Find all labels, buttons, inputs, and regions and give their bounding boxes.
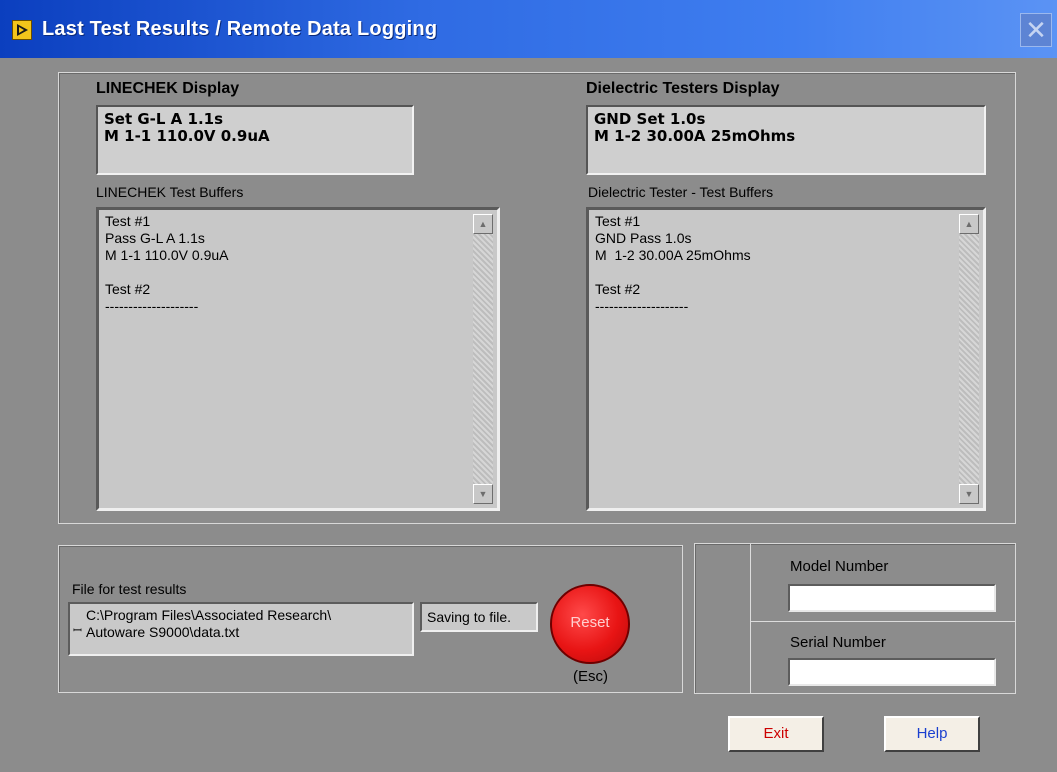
dielectric-display-label: Dielectric Testers Display — [586, 80, 780, 97]
dielectric-buffer-textarea[interactable]: Test #1 GND Pass 1.0s M 1-2 30.00A 25mOh… — [586, 207, 986, 511]
device-info-divider-vertical — [750, 544, 751, 693]
linechek-buffer-textarea[interactable]: Test #1 Pass G-L A 1.1s M 1-1 110.0V 0.9… — [96, 207, 500, 511]
reset-shortcut-label: (Esc) — [573, 668, 608, 685]
serial-number-label: Serial Number — [790, 634, 886, 651]
linechek-scrollbar[interactable]: ▲ ▼ — [473, 214, 493, 504]
path-icon: ꟷ — [73, 624, 82, 637]
file-status-text: Saving to file. — [427, 609, 512, 625]
linechek-display-line-1: Set G-L A 1.1s — [104, 110, 224, 128]
file-path-line-2: Autoware S9000\data.txt — [86, 624, 240, 640]
scroll-up-icon[interactable]: ▲ — [473, 214, 493, 234]
exit-button[interactable]: Exit — [728, 716, 824, 752]
title-bar: Last Test Results / Remote Data Logging … — [0, 0, 1057, 58]
model-number-input[interactable] — [788, 584, 996, 612]
model-number-label: Model Number — [790, 558, 889, 575]
device-info-divider-horizontal — [751, 621, 1015, 622]
dielectric-buffer-text: Test #1 GND Pass 1.0s M 1-2 30.00A 25mOh… — [595, 213, 751, 314]
scroll-down-icon[interactable]: ▼ — [473, 484, 493, 504]
file-label: File for test results — [72, 581, 187, 597]
linechek-buffers-label: LINECHEK Test Buffers — [96, 184, 244, 200]
scroll-down-icon[interactable]: ▼ — [959, 484, 979, 504]
linechek-display: Set G-L A 1.1s M 1-1 110.0V 0.9uA — [96, 105, 414, 175]
close-icon[interactable]: ✕ — [1020, 13, 1052, 47]
dielectric-scrollbar[interactable]: ▲ ▼ — [959, 214, 979, 504]
reset-button[interactable]: Reset — [550, 584, 630, 664]
file-path-line-1: C:\Program Files\Associated Research\ — [86, 607, 332, 623]
labview-run-icon — [12, 20, 32, 40]
dielectric-buffers-label: Dielectric Tester - Test Buffers — [588, 184, 774, 200]
linechek-buffer-text: Test #1 Pass G-L A 1.1s M 1-1 110.0V 0.9… — [105, 213, 229, 314]
file-status-indicator: Saving to file. — [420, 602, 538, 632]
dielectric-display-line-2: M 1-2 30.00A 25mOhms — [594, 127, 796, 145]
dielectric-display-line-1: GND Set 1.0s — [594, 110, 706, 128]
help-button[interactable]: Help — [884, 716, 980, 752]
window-title: Last Test Results / Remote Data Logging — [42, 18, 438, 40]
linechek-display-label: LINECHEK Display — [96, 80, 240, 97]
dielectric-display: GND Set 1.0s M 1-2 30.00A 25mOhms — [586, 105, 986, 175]
file-path-field[interactable]: ꟷ C:\Program Files\Associated Research\ … — [68, 602, 414, 656]
scroll-up-icon[interactable]: ▲ — [959, 214, 979, 234]
linechek-display-line-2: M 1-1 110.0V 0.9uA — [104, 127, 270, 145]
serial-number-input[interactable] — [788, 658, 996, 686]
